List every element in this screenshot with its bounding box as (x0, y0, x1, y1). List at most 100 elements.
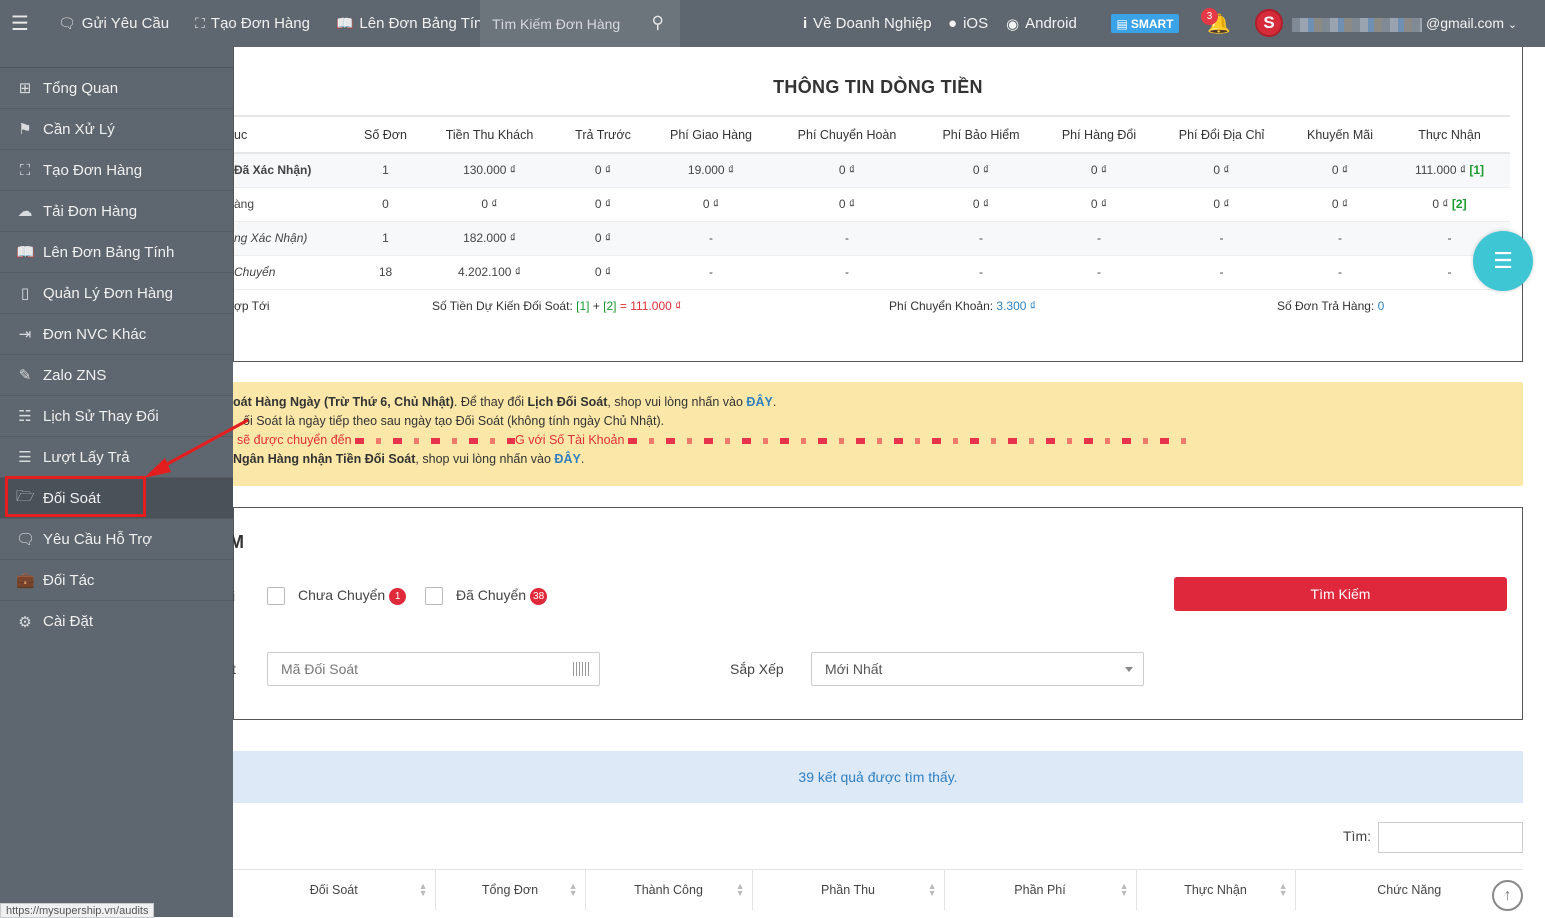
col-header[interactable]: Đối Soát ▲ ▼ (233, 869, 436, 910)
summary-transfer-fee: Phí Chuyển Khoản: 3.300 ₫ (889, 299, 1036, 313)
book-icon: 📖 (16, 244, 35, 261)
search-card: ÍM i Chưa Chuyển1 Đã Chuyển38 Tìm Kiếm t… (233, 507, 1523, 720)
nav-send-request[interactable]: 🗨 Gửi Yêu Cầu (58, 15, 169, 32)
summary-returns: Số Đơn Trả Hàng: 0 (1277, 299, 1385, 313)
briefcase-icon: 💼 (16, 572, 35, 589)
avatar[interactable]: S (1255, 9, 1283, 37)
redacted-bank (355, 437, 516, 444)
col-header[interactable]: Thành Công ▲ ▼ (585, 869, 753, 910)
reconciliation-code-input[interactable]: Mã Đối Soát (267, 652, 600, 686)
status-bar-url: https://mysupership.vn/audits (0, 903, 155, 918)
sort-label: Sắp Xếp (730, 661, 784, 677)
sort-icon: ▲ ▼ (1119, 881, 1129, 898)
list-icon: ☰ (18, 449, 32, 466)
col-header: uc (234, 115, 354, 154)
find-label: Tìm: (1343, 828, 1371, 844)
change-bank-link[interactable]: ĐÂY (554, 452, 580, 466)
scroll-to-top-icon[interactable]: ↑ (1492, 880, 1523, 911)
col-header[interactable]: Phần Phí ▲ ▼ (944, 869, 1137, 910)
apple-icon: ● (948, 15, 958, 32)
col-header: Phí Bảo Hiểm (916, 115, 1046, 154)
sort-icon: ▲ ▼ (418, 881, 428, 898)
redacted-account (627, 437, 1188, 444)
nav-about[interactable]: i Về Doanh Nghiệp (803, 0, 932, 47)
table-row: àng 0 0 ₫ 0 ₫ 0 ₫ 0 ₫ 0 ₫ 0 ₫ 0 ₫ 0 ₫ 0 … (234, 187, 1510, 222)
id-card-icon: ▤ (1116, 16, 1128, 31)
sidebar-item-overview[interactable]: ⊞ Tổng Quan (0, 68, 233, 109)
nav-create-order[interactable]: ⛶ Tạo Đơn Hàng (195, 15, 310, 32)
table-row: ng Xác Nhận) 1 182.000 ₫ 0 ₫ - - - - - -… (234, 221, 1510, 256)
cashflow-title: THÔNG TIN DÒNG TIỀN (773, 77, 983, 97)
notebook-icon: ▯ (20, 285, 30, 302)
android-icon: ◉ (1006, 15, 1020, 33)
sidebar-item-other-carrier[interactable]: ⇥ Đơn NVC Khác (0, 314, 233, 355)
notification-badge: 3 (1201, 8, 1218, 25)
cloud-upload-icon: ☁ (17, 203, 33, 220)
summary-next: ợp Tới (234, 299, 270, 313)
sidebar-item-spreadsheet[interactable]: 📖 Lên Đơn Bảng Tính (0, 232, 233, 273)
sliders-icon: ☵ (18, 408, 32, 425)
col-header[interactable]: Phần Thu ▲ ▼ (752, 869, 945, 910)
not-transferred-label: Chưa Chuyển 1 (298, 587, 407, 605)
book-icon: 📖 (335, 15, 354, 31)
user-name-redacted (1292, 18, 1422, 32)
sidebar-item-history[interactable]: ☵ Lịch Sử Thay Đổi (0, 396, 233, 437)
results-count: 39 kết quả được tìm thấy. (233, 751, 1523, 803)
sort-icon: ▲ ▼ (568, 881, 578, 898)
sidebar-divider (0, 47, 233, 68)
nav-spreadsheet-order[interactable]: 📖 Lên Đơn Bảng Tính (336, 15, 491, 32)
col-header: Phí Hàng Đổi (1046, 115, 1152, 154)
sidebar-item-pending[interactable]: ⚑ Cần Xử Lý (0, 109, 233, 150)
search-button[interactable]: Tìm Kiếm (1174, 577, 1507, 611)
col-header: Tiền Thu Khách (417, 115, 562, 154)
col-header: Thực Nhận (1389, 115, 1510, 154)
sidebar-item-pickups[interactable]: ☰ Lượt Lấy Trả (0, 437, 233, 478)
col-header: Chức Năng (1295, 869, 1523, 910)
reconciliation-table: Đối Soát ▲ ▼ Tổng Đơn ▲ ▼ Thành Công ▲ ▼ Phần … (233, 869, 1523, 910)
barcode-icon[interactable] (573, 662, 591, 676)
chat-icon: 🗨 (16, 531, 36, 548)
flag-icon: ⚑ (18, 121, 32, 138)
sort-select[interactable]: Mới Nhất (811, 652, 1144, 686)
change-schedule-link[interactable]: ĐÂY (746, 395, 772, 409)
col-header[interactable]: Thực Nhận ▲ ▼ (1136, 869, 1296, 910)
nav-android[interactable]: ◉ Android (1006, 0, 1077, 47)
gear-icon: ⚙ (18, 613, 32, 631)
chat-icon: 🗨 (58, 15, 76, 31)
sidebar-item-support[interactable]: 🗨 Yêu Cầu Hỗ Trợ (0, 519, 233, 560)
order-search-input[interactable]: Tìm Kiếm Đơn Hàng ⚲ (480, 0, 680, 47)
chevron-down-icon (1125, 667, 1133, 672)
user-email[interactable]: @gmail.com ⌄ (1426, 15, 1517, 31)
reconciliation-notice: oát Hàng Ngày (Trừ Thứ 6, Chủ Nhật). Để … (233, 382, 1523, 486)
table-filter-input[interactable] (1378, 822, 1523, 853)
not-transferred-checkbox[interactable] (267, 587, 285, 605)
table-row: Chuyển 18 4.202.100 ₫ 0 ₫ - - - - - - - (234, 255, 1510, 290)
col-header: Phí Đổi Địa Chỉ (1152, 115, 1291, 154)
col-header[interactable]: Tổng Đơn ▲ ▼ (435, 869, 586, 910)
count-badge: 1 (389, 587, 407, 605)
nav-ios[interactable]: ● iOS (948, 0, 988, 47)
main-content: THÔNG TIN DÒNG TIỀN uc Số Đơn Tiền Thu K… (233, 47, 1545, 917)
top-bar: ☰ 🗨 Gửi Yêu Cầu ⛶ Tạo Đơn Hàng 📖 Lên Đơn Bả… (0, 0, 1545, 47)
edit-icon: ✎ (18, 367, 32, 384)
info-icon: i (803, 15, 808, 32)
count-badge: 38 (530, 587, 548, 605)
sidebar-item-partners[interactable]: 💼 Đối Tác (0, 560, 233, 601)
sidebar-item-settings[interactable]: ⚙ Cài Đặt (0, 601, 233, 642)
transferred-label: Đã Chuyển 38 (456, 587, 548, 605)
cashflow-card: THÔNG TIN DÒNG TIỀN uc Số Đơn Tiền Thu K… (233, 47, 1523, 362)
search-icon[interactable]: ⚲ (652, 13, 664, 33)
col-header: Khuyến Mãi (1291, 115, 1389, 154)
col-header: Phí Chuyển Hoàn (778, 115, 916, 154)
sidebar-item-upload-orders[interactable]: ☁ Tải Đơn Hàng (0, 191, 233, 232)
hamburger-menu-icon[interactable]: ☰ (0, 0, 40, 47)
sort-icon: ▲ ▼ (927, 881, 937, 898)
highlight-box (5, 476, 146, 517)
smart-button[interactable]: ▤ SMART (1111, 14, 1179, 33)
search-title: ÍM (233, 532, 244, 552)
sidebar-item-create-order[interactable]: ⛶ Tạo Đơn Hàng (0, 150, 233, 191)
sidebar-item-zalo-zns[interactable]: ✎ Zalo ZNS (0, 355, 233, 396)
floating-menu-button[interactable]: ☰ (1473, 231, 1533, 291)
sidebar-item-manage-orders[interactable]: ▯ Quản Lý Đơn Hàng (0, 273, 233, 314)
transferred-checkbox[interactable] (425, 587, 443, 605)
